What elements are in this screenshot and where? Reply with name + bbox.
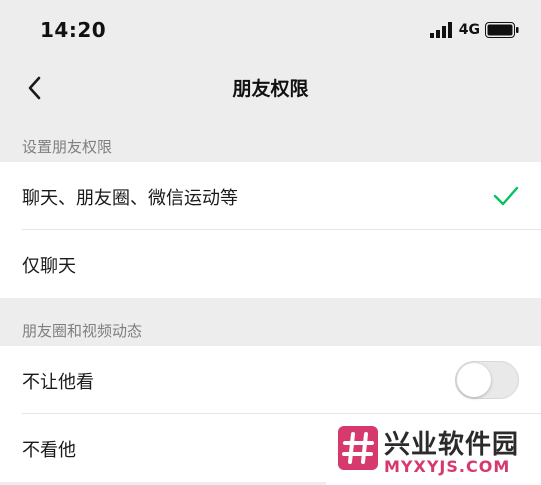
option-chat-only[interactable]: 仅聊天 xyxy=(0,230,541,298)
hide-moments-toggle[interactable] xyxy=(455,361,519,399)
status-bar: 14:20 4G xyxy=(0,0,541,62)
row-label: 不让他看 xyxy=(22,372,94,393)
status-time: 14:20 xyxy=(40,18,107,42)
hash-logo-icon xyxy=(338,426,378,470)
option-chat-moments-sports[interactable]: 聊天、朋友圈、微信运动等 xyxy=(0,162,541,230)
row-label: 不看他 xyxy=(22,440,76,461)
toggle-knob xyxy=(457,363,491,397)
watermark-url: MYXYJS.COM xyxy=(384,457,511,476)
signal-bars-icon xyxy=(429,22,452,38)
row-hide-my-moments: 不让他看 xyxy=(0,346,541,414)
checkmark-icon xyxy=(493,186,519,206)
battery-icon xyxy=(485,22,519,38)
option-label: 聊天、朋友圈、微信运动等 xyxy=(22,188,238,209)
nav-bar: 朋友权限 xyxy=(0,62,541,118)
network-type: 4G xyxy=(458,22,480,38)
status-indicators: 4G xyxy=(429,22,519,38)
watermark: 兴业软件园 MYXYJS.COM xyxy=(326,414,541,485)
option-label: 仅聊天 xyxy=(22,256,76,277)
section-header-moments: 朋友圈和视频动态 xyxy=(22,322,143,340)
watermark-title: 兴业软件园 xyxy=(384,430,520,460)
page-title: 朋友权限 xyxy=(232,78,309,100)
section-header-permissions: 设置朋友权限 xyxy=(22,138,113,156)
